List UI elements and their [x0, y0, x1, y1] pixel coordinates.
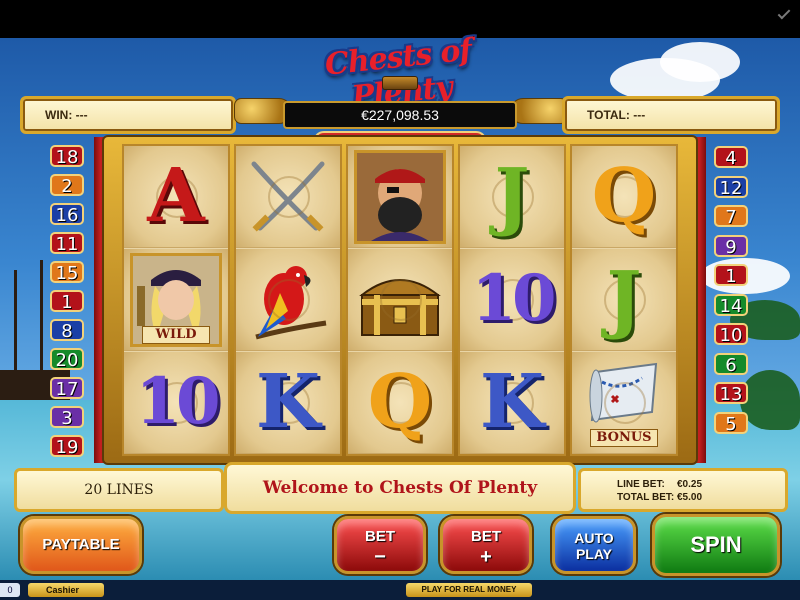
autoplay-label-top: AUTO — [574, 530, 614, 546]
game-logo: Chests of Plenty — [300, 33, 500, 116]
symbol-glyph: A — [147, 153, 205, 239]
cashier-button[interactable]: Cashier — [28, 583, 104, 597]
cannon-icon — [510, 98, 568, 124]
minus-icon: − — [374, 546, 386, 568]
paytable-button[interactable]: PAYTABLE — [20, 516, 142, 574]
compass-decoration-icon — [268, 279, 310, 321]
symbol-q: Q — [572, 146, 676, 248]
payline-number-right[interactable]: 1 — [714, 264, 748, 287]
symbol-pirate — [348, 146, 452, 248]
bet-decrease-button[interactable]: BET − — [334, 516, 426, 574]
line-bet-value: €0.25 — [677, 479, 703, 490]
reel-2: K — [234, 144, 342, 456]
payline-number-left[interactable]: 20 — [50, 348, 84, 371]
payline-number-left[interactable]: 1 — [50, 290, 84, 313]
reel-3: Q — [346, 144, 454, 456]
payline-number-left[interactable]: 3 — [50, 406, 84, 429]
total-label: TOTAL: — [587, 108, 630, 122]
footer-bar: 0 Cashier PLAY FOR REAL MONEY — [0, 580, 800, 600]
payline-number-right[interactable]: 12 — [714, 175, 748, 199]
treasure-chest-icon — [348, 279, 452, 350]
collapse-chevron-icon[interactable] — [777, 6, 791, 20]
top-bar — [0, 0, 800, 38]
total-bet-value: €5.00 — [677, 492, 703, 503]
symbol-10: 10 — [124, 352, 228, 454]
symbol-j: J — [460, 146, 564, 248]
play-real-money-button[interactable]: PLAY FOR REAL MONEY — [406, 583, 532, 597]
line-bet-label: LINE BET: — [617, 479, 665, 490]
symbol-glyph: K — [479, 359, 545, 445]
symbol-parrot — [236, 249, 340, 351]
reel-4: J 10 K — [458, 144, 566, 456]
payline-number-right[interactable]: 13 — [714, 382, 748, 405]
total-display: TOTAL: --- — [562, 96, 780, 134]
symbol-glyph: K — [255, 359, 321, 445]
balance-value: 0 — [0, 583, 20, 597]
symbol-k: K — [236, 352, 340, 454]
symbol-glyph: Q — [367, 359, 433, 445]
payline-number-left[interactable]: 19 — [50, 435, 84, 458]
palm-leaves — [740, 370, 800, 430]
payline-number-right[interactable]: 6 — [714, 352, 748, 376]
win-value: --- — [75, 108, 88, 122]
symbol-bonus: BONUS — [572, 352, 676, 454]
compass-decoration-icon — [380, 279, 422, 321]
reel-5: Q J BONUS — [570, 144, 678, 456]
game-stage: Chests of Plenty WIN: --- TOTAL: --- €22… — [0, 0, 800, 600]
symbol-j: J — [572, 249, 676, 351]
payline-number-left[interactable]: 11 — [50, 232, 84, 255]
compass-decoration-icon — [604, 382, 646, 424]
jackpot-amount: €227,098.53 — [283, 101, 517, 129]
bet-increase-button[interactable]: BET + — [440, 516, 532, 574]
plus-icon: + — [480, 546, 492, 568]
symbol-glyph: J — [494, 153, 530, 239]
autoplay-label-bottom: PLAY — [575, 546, 613, 562]
payline-number-right[interactable]: 9 — [714, 234, 748, 258]
lines-display[interactable]: 20 LINES — [14, 468, 224, 512]
bonus-label: BONUS — [590, 429, 658, 447]
bet-decrease-label: BET — [365, 528, 395, 545]
welcome-message: Welcome to Chests Of Plenty — [224, 462, 576, 514]
symbol-glyph: Q — [591, 153, 657, 239]
reel-1: A WILD 10 — [122, 144, 230, 456]
symbol-wild: WILD — [124, 249, 228, 351]
total-bet-label: TOTAL BET: — [617, 492, 675, 503]
logo-chest-icon — [382, 76, 418, 90]
symbol-treasure-chest — [348, 249, 452, 351]
wild-label: WILD — [142, 326, 210, 344]
payline-number-left[interactable]: 2 — [50, 174, 84, 197]
symbol-crossed-swords — [236, 146, 340, 248]
bets-display: LINE BET: €0.25 TOTAL BET: €5.00 — [578, 468, 788, 512]
symbol-glyph: J — [606, 256, 642, 342]
cloud — [660, 42, 740, 82]
payline-number-right[interactable]: 10 — [714, 323, 748, 346]
payline-number-left[interactable]: 8 — [50, 319, 84, 342]
payline-number-right[interactable]: 5 — [714, 411, 748, 435]
symbol-a: A — [124, 146, 228, 248]
compass-decoration-icon — [268, 176, 310, 218]
payline-number-left[interactable]: 16 — [50, 203, 84, 226]
win-display: WIN: --- — [20, 96, 236, 134]
payline-number-left[interactable]: 17 — [50, 377, 84, 400]
payline-number-right[interactable]: 4 — [714, 146, 748, 169]
autoplay-button[interactable]: AUTO PLAY — [552, 516, 636, 574]
symbol-10: 10 — [460, 249, 564, 351]
crossed-swords-icon — [236, 161, 340, 247]
payline-number-left[interactable]: 18 — [50, 145, 84, 168]
bet-increase-label: BET — [471, 528, 501, 545]
symbol-q: Q — [348, 352, 452, 454]
symbol-glyph: 10 — [471, 261, 556, 336]
total-value: --- — [633, 108, 646, 122]
symbol-glyph: 10 — [135, 364, 220, 439]
pirate-portrait — [354, 150, 446, 244]
payline-number-right[interactable]: 7 — [714, 205, 748, 228]
win-label: WIN: — [45, 108, 73, 122]
parrot-icon — [236, 266, 340, 350]
payline-number-left[interactable]: 15 — [50, 261, 84, 284]
payline-number-right[interactable]: 14 — [714, 293, 748, 317]
spin-button[interactable]: SPIN — [652, 514, 780, 576]
symbol-k: K — [460, 352, 564, 454]
